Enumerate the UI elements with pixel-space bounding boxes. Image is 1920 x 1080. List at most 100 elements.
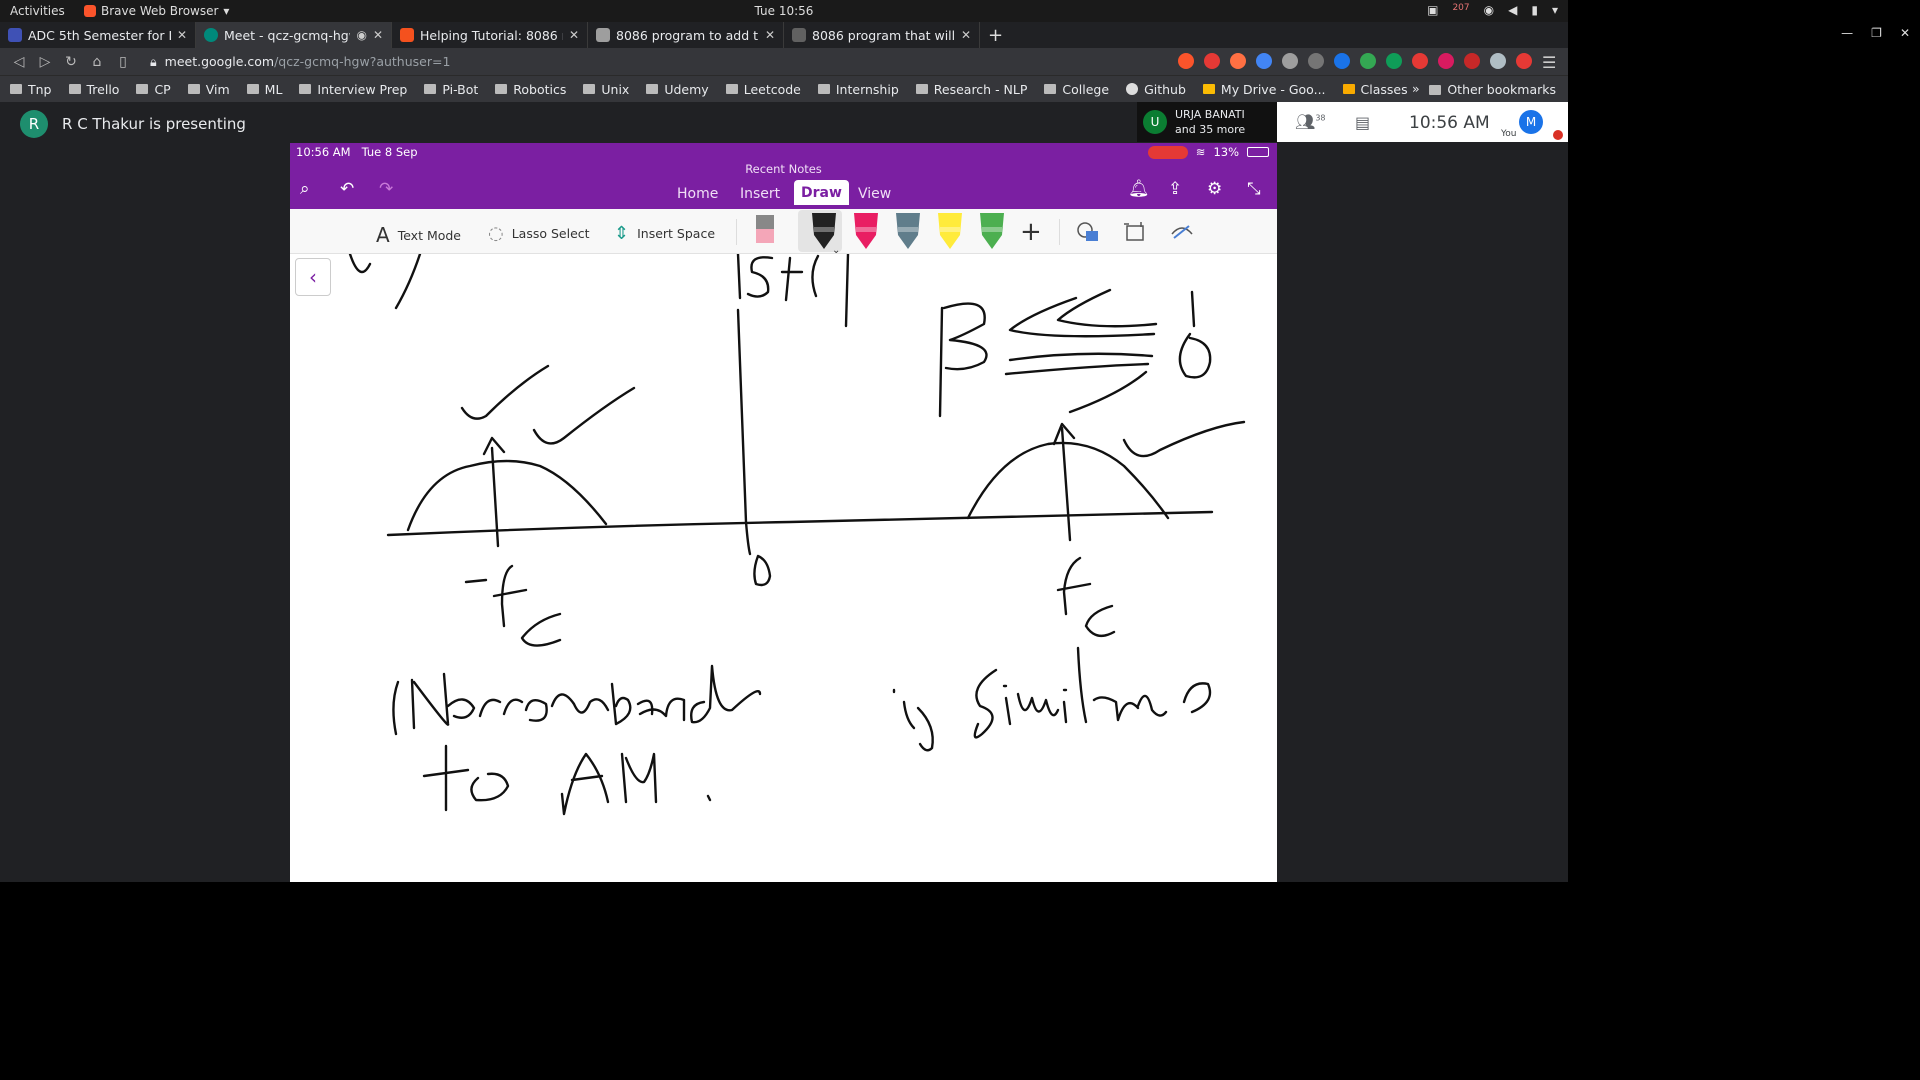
extension-icon[interactable] [1230,53,1246,69]
eraser-icon[interactable] [754,211,776,247]
bookmark-item[interactable]: College [1044,82,1109,97]
browser-tab[interactable]: 8086 program that will reve ✕ [784,22,980,48]
undo-icon[interactable]: ↶ [340,179,354,199]
bookmark-item[interactable]: Research - NLP [915,82,1027,97]
people-button[interactable]: 👥︎38 [1295,112,1326,131]
close-icon[interactable]: ✕ [569,28,579,42]
ink-to-shape-icon[interactable] [1122,219,1148,245]
ink-handwriting-is [892,688,934,752]
redo-icon[interactable]: ↷ [379,179,393,199]
shapes-icon[interactable] [1076,221,1100,243]
bell-icon[interactable]: 🔔︎ [1128,179,1150,199]
bookmark-icon[interactable]: ▯ [116,54,130,70]
forward-icon[interactable]: ▷ [38,54,52,70]
close-window-icon[interactable]: ✕ [1900,26,1910,40]
extension-icon[interactable] [1490,53,1506,69]
extension-icon[interactable] [1308,53,1324,69]
share-icon[interactable]: ⇪ [1168,179,1182,199]
bookmark-item[interactable]: Trello [68,82,119,97]
browser-tab[interactable]: Helping Tutorial: 8086 micr ✕ [392,22,588,48]
system-tray[interactable]: ▣ 207 ◉ ◀ ▮ ▾ [1427,3,1558,17]
extensions-bar: ☰ [1178,53,1558,72]
browser-tab[interactable]: ADC 5th Semester for ICE y ✕ [0,22,196,48]
pen-swatch[interactable] [812,213,836,249]
extension-icon[interactable] [1256,53,1272,69]
grammarly-icon[interactable] [1334,53,1350,69]
bookmark-item[interactable]: Leetcode [725,82,801,97]
wifi-icon: ≋ [1195,145,1206,159]
home-icon[interactable]: ⌂ [90,54,104,70]
participant-tile[interactable]: U URJA BANATI and 35 more [1137,102,1277,142]
close-icon[interactable]: ✕ [961,28,971,42]
pen-swatch[interactable] [854,213,878,249]
bookmark-item[interactable]: My Drive - Goo... [1202,82,1326,97]
tab-home[interactable]: Home [677,186,718,202]
collapse-icon[interactable]: ⤡ [1247,179,1261,199]
extension-icon[interactable] [1464,53,1480,69]
text-mode-button[interactable]: A Text Mode [376,223,461,247]
bookmark-item[interactable]: Tnp [10,82,52,97]
note-canvas[interactable]: ‹ [290,252,1277,882]
menu-icon[interactable]: ☰ [1542,53,1558,72]
ink-much-less [1004,288,1158,376]
bookmark-item[interactable]: CP [136,82,171,97]
pen-options-chevron-icon[interactable]: ⌄ [832,245,840,253]
minimize-icon[interactable]: — [1841,26,1853,40]
back-button[interactable]: ‹ [295,258,331,296]
pen-swatch[interactable] [938,213,962,249]
meet-presentation-area: R R C Thakur is presenting U URJA BANATI… [0,102,1568,882]
restore-icon[interactable]: ❐ [1871,26,1882,40]
ink-replay-icon[interactable] [1169,220,1195,244]
recent-notes-title[interactable]: Recent Notes [290,162,1277,176]
back-icon[interactable]: ◁ [12,54,26,70]
tab-draw[interactable]: Draw [794,180,849,205]
close-icon[interactable]: ✕ [765,28,775,42]
system-clock[interactable]: Tue 10:56 [0,4,1568,18]
reload-icon[interactable]: ↻ [64,54,78,70]
lasso-select-button[interactable]: ◌ Lasso Select [488,223,590,244]
add-pen-button[interactable]: + [1020,217,1042,247]
extension-icon[interactable] [1412,53,1428,69]
browser-tab[interactable]: 8086 program to add the co ✕ [588,22,784,48]
bookmark-item[interactable]: Robotics [495,82,566,97]
ink-x-axis [386,510,1214,537]
extension-icon[interactable] [1386,53,1402,69]
bookmark-item[interactable]: Classes [1342,82,1408,97]
tab-favicon-icon [792,28,806,42]
chat-icon[interactable]: ▤ [1355,113,1370,132]
gear-icon[interactable]: ⚙ [1207,179,1222,199]
rewards-icon[interactable] [1204,53,1220,69]
brave-shields-icon[interactable] [1178,53,1194,69]
extension-icon[interactable] [1516,53,1532,69]
ink-handwriting-similar [973,646,1212,739]
bookmarks-overflow-button[interactable]: » [1412,81,1420,96]
other-bookmarks[interactable]: Other bookmarks [1429,82,1556,97]
close-icon[interactable]: ✕ [177,28,187,42]
folder-icon [1044,84,1057,94]
extension-icon[interactable] [1282,53,1298,69]
tab-view[interactable]: View [858,186,891,202]
bookmark-item[interactable]: Unix [583,82,629,97]
bookmark-item[interactable]: Udemy [646,82,709,97]
tab-insert[interactable]: Insert [740,186,780,202]
new-tab-button[interactable]: + [980,25,1003,46]
extension-icon[interactable] [1438,53,1454,69]
browser-tab-active[interactable]: Meet - qcz-gcmq-hgw ◉ ✕ [196,22,392,48]
extension-icon[interactable] [1360,53,1376,69]
pen-swatch[interactable] [980,213,1004,249]
pen-swatch[interactable] [896,213,920,249]
toolbar-divider [1059,219,1060,245]
bookmark-item[interactable]: Interview Prep [299,82,407,97]
ipad-status-time: 10:56 AM Tue 8 Sep [296,145,418,159]
url-field[interactable]: 🔒︎ meet.google.com/qcz-gcmq-hgw?authuser… [140,51,1125,72]
bookmark-item[interactable]: Vim [187,82,230,97]
bookmark-item[interactable]: ML [246,82,282,97]
bookmark-item[interactable]: Github [1126,82,1186,97]
close-icon[interactable]: ✕ [373,28,383,42]
search-icon[interactable]: ⌕ [300,179,310,199]
self-avatar[interactable]: M [1519,110,1543,134]
insert-space-button[interactable]: ⇕ Insert Space [614,223,715,244]
bookmark-item[interactable]: Internship [817,82,899,97]
onenote-header: 10:56 AM Tue 8 Sep ≋ 13% Recent Notes ⌕ … [290,143,1277,209]
bookmark-item[interactable]: Pi-Bot [424,82,478,97]
